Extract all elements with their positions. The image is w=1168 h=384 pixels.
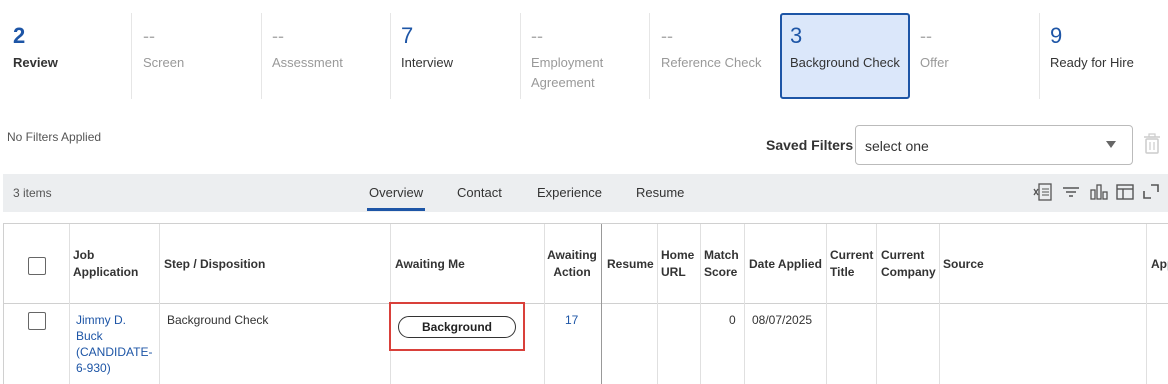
col-source (940, 224, 1147, 384)
stage-label: Reference Check (661, 55, 762, 70)
awaiting-action-link[interactable]: 17 (565, 312, 578, 328)
candidate-link[interactable]: Jimmy D. Buck (CANDIDATE-6-930) (76, 312, 152, 376)
tab-overview[interactable]: Overview (366, 185, 426, 211)
stage-offer[interactable]: -- Offer (920, 13, 1030, 99)
col-select (4, 224, 70, 384)
stage-count: 3 (790, 23, 803, 48)
columns-icon[interactable] (1115, 182, 1135, 202)
divider (390, 13, 391, 99)
stage-ready-for-hire[interactable]: 9 Ready for Hire (1050, 13, 1160, 99)
header-home-url[interactable]: Home URL (661, 247, 695, 281)
stage-label: Ready for Hire (1050, 55, 1134, 70)
chart-icon[interactable] (1089, 182, 1109, 202)
header-current-company[interactable]: Current Company (881, 247, 939, 281)
stage-reference-check[interactable]: -- Reference Check (661, 13, 773, 99)
stage-count: -- (531, 26, 543, 46)
divider (131, 13, 132, 99)
stage-label: Employment Agreement (531, 55, 604, 90)
select-value: select one (865, 138, 929, 154)
stage-label: Interview (401, 55, 454, 70)
header-resume[interactable]: Resume (607, 256, 654, 273)
awaiting-me-button[interactable]: Background (398, 316, 516, 338)
divider (520, 13, 521, 99)
stage-count: -- (661, 26, 673, 46)
stage-label: Offer (920, 55, 949, 70)
trash-icon[interactable] (1143, 133, 1161, 155)
header-app[interactable]: App (1151, 256, 1168, 273)
header-match-score[interactable]: Match Score (704, 247, 744, 281)
stage-label: Assessment (272, 55, 343, 70)
stage-review[interactable]: 2 Review (13, 13, 123, 99)
header-job-application[interactable]: Job Application (73, 247, 153, 281)
stage-count: 9 (1050, 23, 1063, 48)
match-score: 0 (729, 313, 736, 327)
divider (261, 13, 262, 99)
stage-employment-agreement[interactable]: -- Employment Agreement (531, 13, 631, 99)
header-awaiting-action[interactable]: Awaiting Action (547, 247, 597, 281)
tab-contact[interactable]: Contact (457, 185, 502, 200)
step-disposition: Background Check (167, 313, 269, 327)
header-source[interactable]: Source (943, 256, 984, 273)
header-step-disposition[interactable]: Step / Disposition (164, 256, 265, 273)
header-date-applied[interactable]: Date Applied (749, 256, 822, 273)
view-tab-bar: 3 items Overview Contact Experience Resu… (3, 174, 1168, 212)
stage-assessment[interactable]: -- Assessment (272, 13, 382, 99)
saved-filters-select[interactable]: select one (855, 125, 1133, 165)
row-checkbox[interactable] (28, 312, 46, 330)
stage-label: Background Check (790, 55, 900, 70)
tab-resume[interactable]: Resume (636, 185, 684, 200)
item-count: 3 items (13, 186, 52, 200)
stage-background-check[interactable]: 3 Background Check (780, 13, 910, 99)
header-current-title[interactable]: Current Title (830, 247, 874, 281)
saved-filters-label: Saved Filters (766, 137, 854, 153)
stage-count: -- (920, 26, 932, 46)
stage-label: Screen (143, 55, 185, 70)
stage-count: -- (143, 26, 155, 46)
select-all-checkbox[interactable] (28, 257, 46, 275)
date-applied: 08/07/2025 (752, 313, 813, 327)
filter-status: No Filters Applied (7, 130, 102, 144)
divider (1039, 13, 1040, 99)
col-resume (602, 224, 658, 384)
stage-count: 7 (401, 23, 414, 48)
stage-interview[interactable]: 7 Interview (401, 13, 511, 99)
stage-bar: 2 Review -- Screen -- Assessment 7 Inter… (0, 13, 1168, 101)
caret-down-icon (1106, 141, 1116, 148)
divider (649, 13, 650, 99)
col-date-applied (745, 224, 827, 384)
filter-icon[interactable] (1061, 182, 1081, 202)
stage-screen[interactable]: -- Screen (143, 13, 253, 99)
stage-count: -- (272, 26, 284, 46)
col-step (160, 224, 391, 384)
export-excel-icon[interactable] (1033, 182, 1053, 202)
stage-count: 2 (13, 23, 26, 48)
tab-experience[interactable]: Experience (537, 185, 602, 200)
stage-label: Review (13, 55, 58, 70)
header-awaiting-me[interactable]: Awaiting Me (395, 256, 465, 273)
expand-icon[interactable] (1141, 182, 1161, 202)
